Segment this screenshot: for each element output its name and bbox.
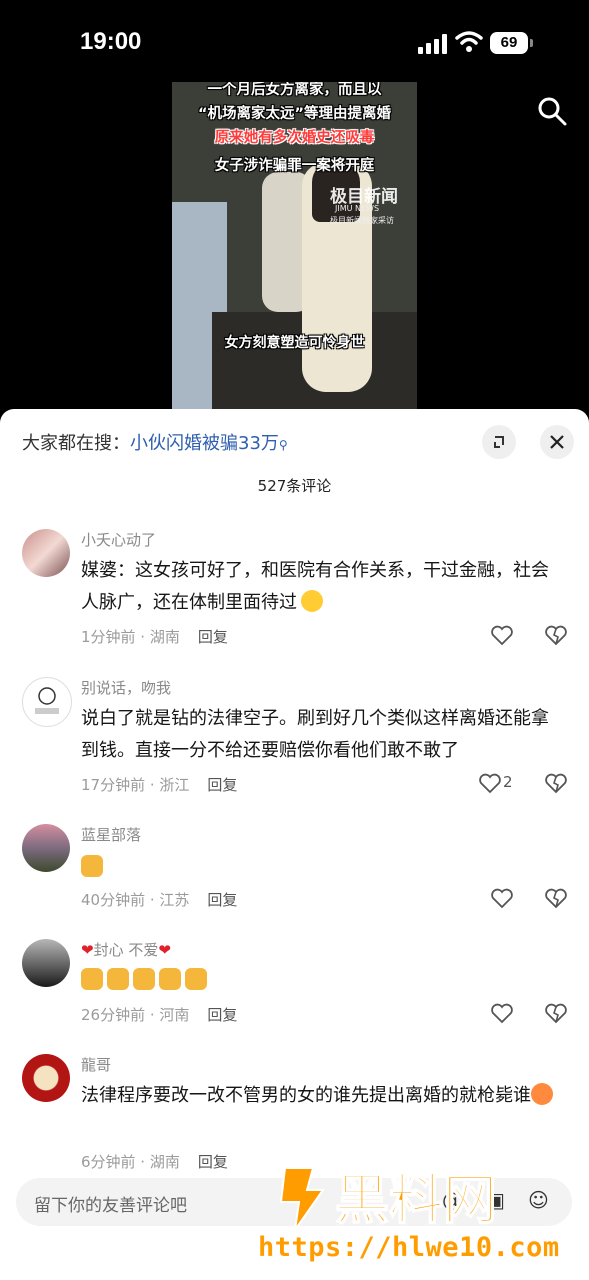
video-caption: 一个月后女方离家，而且以 xyxy=(207,82,382,98)
comment-text: 媒婆：这女孩可好了，和医院有合作关系，干过金融，社会人脉广，还在体制里面待过 xyxy=(81,555,561,619)
comment-time: 17分钟前 · 浙江 xyxy=(81,776,190,794)
comment-text-content: 法律程序要改一改不管男的女的谁先提出离婚的就枪毙谁 xyxy=(81,1085,531,1106)
cartoon-avatar-icon xyxy=(35,687,59,714)
heart-hands-emoji xyxy=(531,1083,553,1105)
status-bar: 19:00 69 xyxy=(0,0,589,82)
thumbs-up-emoji xyxy=(185,968,207,990)
thumbs-up-emoji xyxy=(159,968,181,990)
video-caption: 女子涉诈骗罪一案将开庭 xyxy=(214,158,375,174)
search-suggestion[interactable]: 大家都在搜：小伙闪婚被骗33万⚲ xyxy=(22,429,288,455)
comment-text: 法律程序要改一改不管男的女的谁先提出离婚的就枪毙谁 xyxy=(81,1080,561,1112)
site-watermark-logo: 黑料网 xyxy=(255,1160,575,1235)
video-bottom-caption: 女方刻意塑造可怜身世 xyxy=(224,335,365,351)
comment-text xyxy=(81,852,561,884)
comment-author[interactable]: ❤封心 不爱❤ xyxy=(81,939,171,960)
video-player[interactable]: 一个月后女方离家，而且以 “机场离家太远”等理由提离婚 原来她有多次婚史还吸毒 … xyxy=(172,82,417,412)
site-watermark-url: https://hlwe10.com xyxy=(258,1232,560,1263)
status-time: 19:00 xyxy=(80,28,142,55)
heart-icon[interactable] xyxy=(490,1001,514,1025)
cellular-signal-icon xyxy=(418,34,448,54)
search-icon[interactable] xyxy=(537,96,567,126)
comment-author[interactable]: 龍哥 xyxy=(81,1054,111,1075)
comment-author-name: 封心 不爱 xyxy=(93,941,159,959)
comment-count: 527条评论 xyxy=(257,477,332,495)
comment-time: 26分钟前 · 河南 xyxy=(81,1006,190,1024)
comment-author[interactable]: 别说话，吻我 xyxy=(81,677,171,698)
wifi-icon xyxy=(455,31,483,52)
broken-heart-icon[interactable] xyxy=(544,771,568,795)
comment-meta: 1分钟前 · 湖南 回复 xyxy=(81,626,228,647)
news-watermark-en: JIMU NEWS xyxy=(335,204,380,213)
news-watermark-sub: 极目新闻独家采访 xyxy=(330,216,394,225)
comment-time: 40分钟前 · 江苏 xyxy=(81,891,190,909)
crying-laughing-emoji xyxy=(301,590,323,612)
reply-button[interactable]: 回复 xyxy=(207,1006,237,1024)
comment-text: 说白了就是钻的法律空子。刷到好几个类似这样离婚还能拿到钱。直接一分不给还要赔偿你… xyxy=(81,708,549,761)
search-suggestion-prefix: 大家都在搜： xyxy=(22,433,130,454)
reply-button[interactable]: 回复 xyxy=(198,628,228,646)
reply-button[interactable]: 回复 xyxy=(207,891,237,909)
heart-icon[interactable] xyxy=(490,623,514,647)
reply-button[interactable]: 回复 xyxy=(207,776,237,794)
comment-sheet: 大家都在搜：小伙闪婚被骗33万⚲ 527条评论 小夭心动了 媒婆：这女孩可好了，… xyxy=(0,409,589,1280)
battery-tip xyxy=(530,39,533,47)
comment-meta: 40分钟前 · 江苏 回复 xyxy=(81,889,237,910)
thumbs-up-emoji xyxy=(133,968,155,990)
search-small-icon: ⚲ xyxy=(278,438,288,452)
broken-heart-icon[interactable] xyxy=(544,1001,568,1025)
praying-hands-emoji xyxy=(81,855,103,877)
comment-meta: 26分钟前 · 河南 回复 xyxy=(81,1004,237,1025)
comment-input-placeholder: 留下你的友善评论吧 xyxy=(34,1196,187,1216)
avatar[interactable] xyxy=(22,677,72,727)
avatar[interactable] xyxy=(22,1054,70,1102)
comment-text xyxy=(81,965,561,997)
red-heart-icon: ❤ xyxy=(81,941,94,959)
site-logo-text: 黑料网 xyxy=(335,1168,497,1231)
red-heart-icon: ❤ xyxy=(158,941,171,959)
close-button[interactable] xyxy=(540,425,574,459)
heart-icon[interactable] xyxy=(478,771,502,795)
thumbs-up-emoji xyxy=(107,968,129,990)
broken-heart-icon[interactable] xyxy=(544,886,568,910)
video-caption: 原来她有多次婚史还吸毒 xyxy=(214,130,375,146)
like-count: 2 xyxy=(503,773,513,791)
comment-meta: 17分钟前 · 浙江 回复 xyxy=(81,774,237,795)
avatar[interactable] xyxy=(22,824,70,872)
battery-icon: 69 xyxy=(490,32,528,54)
comment-author[interactable]: 蓝星部落 xyxy=(81,824,141,845)
video-caption: “机场离家太远”等理由提离婚 xyxy=(197,106,392,122)
expand-icon xyxy=(494,436,504,448)
heart-icon[interactable] xyxy=(490,886,514,910)
comment-author[interactable]: 小夭心动了 xyxy=(81,529,156,550)
close-icon xyxy=(550,435,564,449)
search-suggestion-keyword[interactable]: 小伙闪婚被骗33万 xyxy=(130,433,279,454)
comment-time: 1分钟前 · 湖南 xyxy=(81,628,180,646)
avatar[interactable] xyxy=(22,939,70,987)
expand-button[interactable] xyxy=(482,425,516,459)
thumbs-up-emoji xyxy=(81,968,103,990)
broken-heart-icon[interactable] xyxy=(544,623,568,647)
avatar[interactable] xyxy=(22,529,70,577)
